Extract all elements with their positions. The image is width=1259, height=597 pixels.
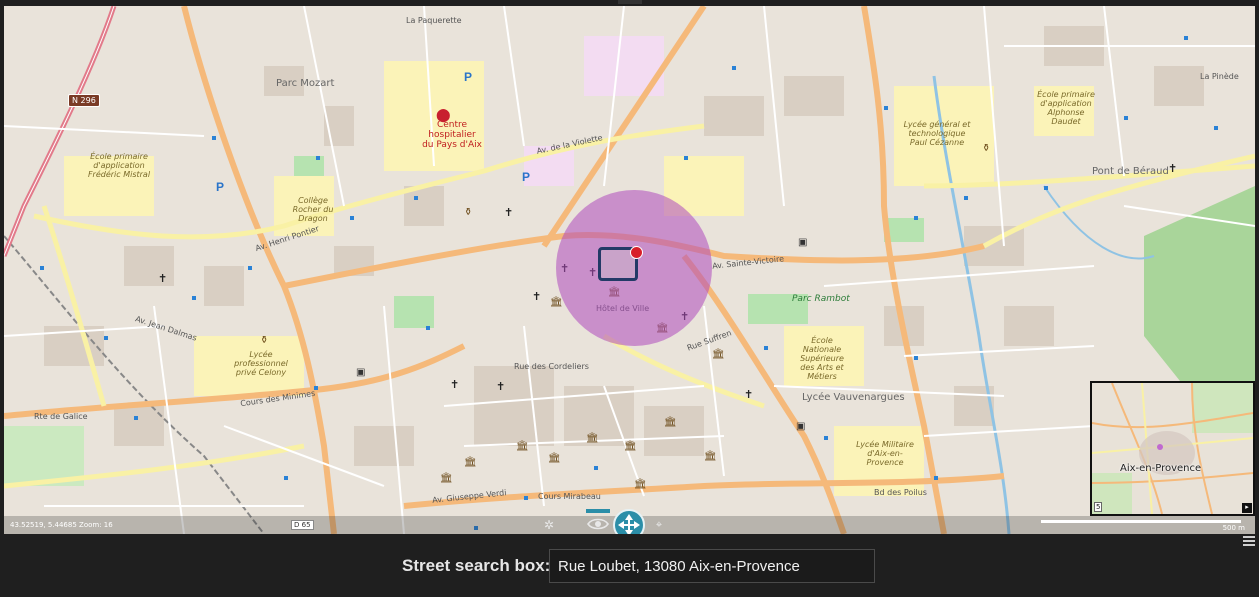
- church-icon: ✝: [504, 207, 514, 219]
- parking-icon: P: [464, 70, 473, 84]
- menu-hamburger-icon[interactable]: [1243, 536, 1255, 546]
- parking-icon: P: [522, 170, 531, 184]
- camera-icon: ▣: [796, 421, 806, 432]
- location-pin-icon[interactable]: [630, 246, 643, 259]
- minimap-collapse-icon[interactable]: ▸: [1242, 503, 1252, 513]
- monument-icon: ⚱: [464, 207, 473, 218]
- n296-shield: N 296: [68, 94, 100, 107]
- museum-icon: 🏛: [440, 473, 453, 484]
- museum-icon: 🏛: [516, 441, 529, 452]
- church-icon: ✝: [496, 381, 506, 393]
- church-icon: ✝: [158, 273, 168, 285]
- camera-icon: ▣: [798, 237, 808, 248]
- view-toggle-eye-icon[interactable]: [587, 516, 609, 532]
- museum-icon: 🏛: [634, 479, 647, 490]
- street-search-row: Street search box:: [0, 548, 1259, 584]
- scale-label: 500 m: [1222, 524, 1245, 532]
- scale-bar: [1041, 520, 1241, 523]
- camera-icon: ▣: [356, 367, 366, 378]
- museum-icon: 🏛: [624, 441, 637, 452]
- coordinates-value: 43.52519, 5.44685: [10, 521, 77, 529]
- church-icon: ✝: [450, 379, 460, 391]
- monument-icon: ⚱: [982, 143, 991, 154]
- hospital-pin-icon: ⬤: [436, 107, 451, 122]
- compass-icon: [618, 514, 640, 534]
- museum-icon: 🏛: [550, 297, 563, 308]
- active-view-indicator: [586, 509, 610, 513]
- church-icon: ✝: [1168, 163, 1178, 175]
- parking-icon: P: [216, 180, 225, 194]
- map-view[interactable]: N 296 Parc Mozart Centre hospitalier du …: [4, 6, 1255, 534]
- church-icon: ✝: [744, 389, 754, 401]
- museum-icon: 🏛: [548, 453, 561, 464]
- minimap-base: [1092, 383, 1253, 514]
- minimap-city-label: Aix-en-Provence: [1120, 463, 1202, 474]
- museum-icon: 🏛: [464, 457, 477, 468]
- museum-icon: 🏛: [704, 451, 717, 462]
- window-drag-handle[interactable]: [618, 0, 642, 4]
- street-search-input[interactable]: [549, 549, 875, 583]
- road-ref-d65: D 65: [291, 520, 314, 530]
- parc-rambot-area: [748, 294, 808, 324]
- museum-icon: 🏛: [586, 433, 599, 444]
- museum-icon: 🏛: [664, 417, 677, 428]
- navigation-compass-button[interactable]: [613, 509, 645, 534]
- museum-icon: 🏛: [712, 349, 725, 360]
- settings-gear-icon[interactable]: ✲: [542, 518, 556, 532]
- overview-minimap[interactable]: Aix-en-Provence 5 ▸: [1090, 381, 1255, 516]
- locate-me-icon[interactable]: ⌖: [652, 518, 666, 532]
- zoom-level: Zoom: 16: [79, 521, 113, 529]
- monument-icon: ⚱: [260, 335, 269, 346]
- minimap-zoom-badge: 5: [1094, 502, 1103, 512]
- church-icon: ✝: [532, 291, 542, 303]
- coordinates-readout: 43.52519, 5.44685 Zoom: 16: [10, 521, 113, 529]
- street-search-label: Street search box:: [402, 556, 551, 575]
